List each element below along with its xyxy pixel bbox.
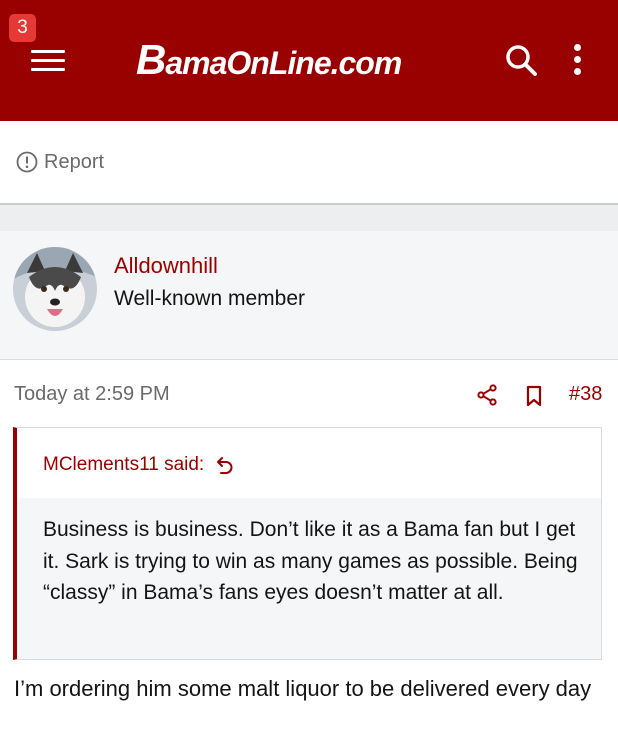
alert-circle-icon [16, 151, 38, 173]
more-options-icon[interactable] [568, 42, 588, 78]
section-divider [0, 203, 618, 231]
logo-text: amaOnLine.com [165, 45, 402, 81]
site-logo[interactable]: BamaOnLine.com [136, 36, 402, 84]
jump-to-quote-icon[interactable] [216, 456, 234, 474]
post-timestamp[interactable]: Today at 2:59 PM [14, 383, 170, 406]
search-icon[interactable] [503, 42, 539, 78]
post-number-link[interactable]: #38 [569, 383, 602, 406]
logo-initial: B [136, 36, 166, 83]
post-author-block: Alldownhill Well-known member [0, 231, 618, 360]
report-label: Report [44, 150, 105, 173]
quote-block: MClements11 said: Business is business. … [13, 427, 602, 660]
share-icon[interactable] [476, 384, 498, 406]
bookmark-icon[interactable] [525, 385, 543, 407]
menu-icon[interactable] [31, 48, 65, 72]
quote-author-link[interactable]: MClements11 said: [43, 454, 234, 476]
app-header: 3 BamaOnLine.com [0, 0, 618, 121]
report-link[interactable]: Report [16, 150, 104, 174]
avatar[interactable] [13, 247, 97, 331]
post-text: I’m ordering him some malt liquor to be … [14, 676, 592, 701]
author-title: Well-known member [114, 287, 305, 310]
notification-badge[interactable]: 3 [9, 14, 36, 42]
author-name[interactable]: Alldownhill [114, 253, 218, 279]
quote-text: Business is business. Don’t like it as a… [43, 518, 578, 604]
quote-author-label: MClements11 said: [43, 454, 205, 475]
